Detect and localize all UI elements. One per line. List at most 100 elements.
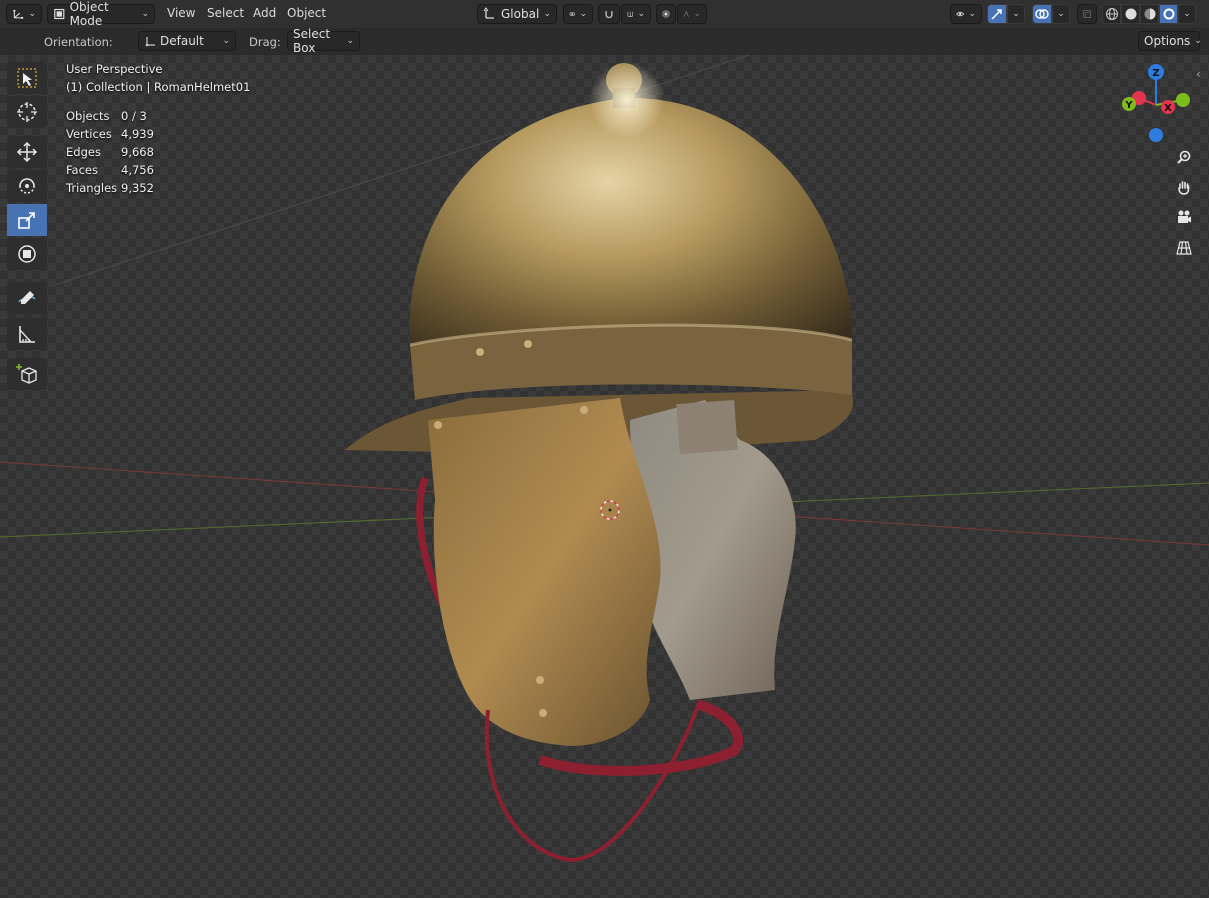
stat-vertices-label: Vertices <box>66 127 112 141</box>
link-icon <box>569 12 575 16</box>
chevron-down-icon: ⌄ <box>1012 9 1020 19</box>
snap-target-selector[interactable]: ⌄ <box>621 4 651 24</box>
transform-orientation-selector[interactable]: Global ⌄ <box>477 4 557 24</box>
measure-icon <box>19 326 35 343</box>
tool-add-cube[interactable] <box>7 358 47 390</box>
overlay-icon <box>1035 9 1049 19</box>
solid-sphere-icon <box>1125 8 1136 20</box>
stat-triangles-label: Triangles <box>66 181 118 195</box>
magnet-icon <box>605 11 613 19</box>
options-label: Options <box>1144 34 1191 48</box>
object-mode-icon <box>54 8 65 20</box>
drag-value: Select Box <box>293 27 331 55</box>
zoom-icon <box>1177 150 1191 164</box>
shading-solid[interactable] <box>1121 4 1140 24</box>
chevron-down-icon: ⌄ <box>141 9 149 19</box>
options-dropdown[interactable]: Options ⌄ <box>1138 31 1202 51</box>
falloff-curve-icon <box>683 11 690 17</box>
pan-button[interactable] <box>1171 174 1197 200</box>
orientation-icon <box>483 7 494 19</box>
xray-toggle[interactable] <box>1077 4 1097 24</box>
tool-transform[interactable] <box>7 238 47 270</box>
snap-toggle[interactable] <box>598 4 620 24</box>
chevron-down-icon: ⌄ <box>637 9 645 19</box>
snap-grid-icon <box>627 11 633 17</box>
tool-annotate[interactable] <box>7 282 47 314</box>
viewport-scene <box>0 55 1209 863</box>
stat-objects-label: Objects <box>66 109 110 123</box>
chevron-down-icon: ⌄ <box>968 9 976 19</box>
chevron-down-icon: ⌄ <box>346 36 354 46</box>
chevron-down-icon: ⌄ <box>1183 9 1191 19</box>
zoom-button[interactable] <box>1171 144 1197 170</box>
projection-toggle-button[interactable] <box>1171 235 1197 261</box>
gizmo-toggle[interactable] <box>987 4 1007 24</box>
shading-wireframe[interactable] <box>1102 4 1121 24</box>
navigation-gizmo[interactable]: Z X Y <box>1118 60 1198 150</box>
drag-dropdown[interactable]: Select Box ⌄ <box>287 27 360 55</box>
stat-faces-label: Faces <box>66 163 98 177</box>
drag-field-label: Drag: <box>249 35 281 49</box>
menu-add[interactable]: Add <box>253 6 276 20</box>
proportional-edit-toggle[interactable] <box>656 4 676 24</box>
shading-rendered[interactable] <box>1159 4 1178 24</box>
grid-view-icon <box>1176 241 1192 255</box>
gizmo-dropdown[interactable]: ⌄ <box>1007 4 1025 24</box>
menu-select[interactable]: Select <box>207 6 244 20</box>
view-name: User Perspective <box>66 62 163 76</box>
falloff-selector[interactable]: ⌄ <box>677 4 707 24</box>
helmet-cheek-guard-left <box>428 398 661 746</box>
tool-move[interactable] <box>7 136 47 168</box>
overlay-dropdown[interactable]: ⌄ <box>1052 4 1070 24</box>
stat-edges-label: Edges <box>66 145 101 159</box>
rotate-icon <box>19 178 35 194</box>
proportional-icon <box>662 10 670 18</box>
tool-rotate[interactable] <box>7 170 47 202</box>
material-sphere-icon <box>1144 8 1155 20</box>
menu-object[interactable]: Object <box>287 6 326 20</box>
viewport-header: ⌄ Object Mode ⌄ View Select Add Object G… <box>0 0 1209 28</box>
stat-objects-value: 0 / 3 <box>121 109 147 123</box>
3d-viewport[interactable]: User Perspective (1) Collection | RomanH… <box>0 55 1209 898</box>
tool-select-box[interactable] <box>7 62 47 94</box>
sidebar-toggle-icon[interactable]: ‹ <box>1196 67 1201 81</box>
chevron-down-icon: ⌄ <box>28 9 36 19</box>
stat-edges-value: 9,668 <box>121 145 154 159</box>
gizmo-neg-z <box>1149 128 1163 142</box>
orientation-dropdown[interactable]: Default ⌄ <box>138 31 236 51</box>
chevron-down-icon: ⌄ <box>1057 9 1065 19</box>
mode-label: Object Mode <box>69 0 109 28</box>
tool-scale[interactable] <box>7 204 47 236</box>
overlay-toggle[interactable] <box>1032 4 1052 24</box>
tool-cursor[interactable] <box>7 96 47 128</box>
orientation-field-label: Orientation: <box>44 35 113 49</box>
gizmo-y-label: Y <box>1124 100 1133 111</box>
visibility-selector[interactable]: ⌄ <box>950 4 982 24</box>
editor-type-button[interactable]: ⌄ <box>6 4 42 24</box>
chevron-down-icon: ⌄ <box>543 9 551 19</box>
add-cube-icon <box>16 364 37 384</box>
orientation-label: Global <box>501 7 540 21</box>
gizmo-z-label: Z <box>1152 68 1159 79</box>
xray-icon <box>1083 10 1091 18</box>
camera-icon <box>1178 210 1191 223</box>
chevron-down-icon: ⌄ <box>222 36 230 46</box>
cursor-select-icon <box>17 68 37 88</box>
rendered-sphere-icon <box>1163 8 1174 20</box>
menu-view[interactable]: View <box>167 6 195 20</box>
tool-measure[interactable] <box>7 318 47 350</box>
eye-icon <box>956 11 965 17</box>
mode-selector[interactable]: Object Mode ⌄ <box>47 0 155 28</box>
orientation-value: Default <box>160 34 204 48</box>
wireframe-sphere-icon <box>1105 8 1118 20</box>
move-icon <box>16 141 38 163</box>
shading-material[interactable] <box>1140 4 1159 24</box>
shading-dropdown[interactable]: ⌄ <box>1178 4 1196 24</box>
camera-view-button[interactable] <box>1171 204 1197 230</box>
gizmo-neg-y <box>1176 93 1190 107</box>
tool-settings-bar: Orientation: Default ⌄ Drag: Select Box … <box>0 27 1209 55</box>
pivot-point-selector[interactable]: ⌄ <box>563 4 593 24</box>
chevron-down-icon: ⌄ <box>693 9 701 19</box>
3d-cursor-tool-icon <box>17 102 37 122</box>
orientation-default-icon <box>145 37 155 47</box>
